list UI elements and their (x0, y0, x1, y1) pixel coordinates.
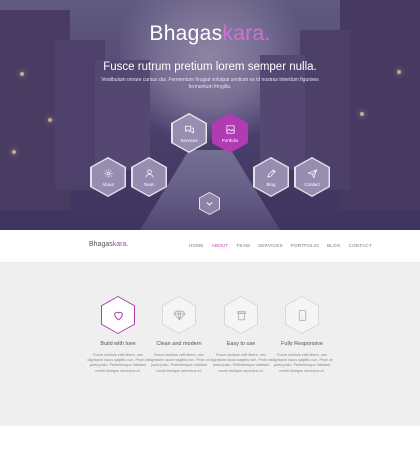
feature-card: Build with love Fusce facilisis velit li… (83, 296, 153, 374)
feature-hex (285, 296, 319, 334)
hero-brand-accent: kara. (222, 22, 271, 45)
main-navbar: Bhagaskara. HOME ABOUT TEAM SERVICES POR… (0, 230, 420, 263)
feature-title: Easy to use (226, 341, 256, 347)
nav-item-about[interactable]: ABOUT (212, 243, 229, 248)
navbar-brand-main: Bhagas (89, 241, 113, 248)
pencil-icon (266, 168, 276, 178)
hero-section: Bhagaskara. Fusce rutrum pretium lorem s… (0, 0, 420, 230)
hex-nav-label: Portfolio (221, 137, 239, 143)
feature-title: Fully Responsive (281, 341, 323, 347)
feature-description: Fusce facilisis velit libero, nec dignis… (148, 353, 210, 373)
user-icon (144, 168, 154, 178)
hero-tagline: Fusce rutrum pretium lorem semper nulla. (103, 61, 317, 73)
feature-hex (101, 296, 135, 334)
gear-icon (103, 168, 113, 178)
hero-brand: Bhagaskara. (0, 22, 420, 46)
paper-plane-icon (306, 168, 317, 179)
hex-nav-label: Services (180, 137, 198, 143)
feature-card: Clean and modern Fusce facilisis velit l… (144, 296, 214, 374)
feature-description: Fusce facilisis velit libero, nec dignis… (210, 353, 272, 373)
next-section (0, 426, 420, 452)
feature-description: Fusce facilisis velit libero, nec dignis… (87, 353, 149, 373)
diamond-icon (173, 310, 185, 320)
nav-item-home[interactable]: HOME (189, 243, 204, 248)
navbar-menu: HOME ABOUT TEAM SERVICES PORTFOLIO BLOG … (189, 243, 372, 248)
nav-item-services[interactable]: SERVICES (258, 243, 283, 248)
nav-item-portfolio[interactable]: PORTFOLIO (291, 243, 319, 248)
hero-brand-main: Bhagas (149, 22, 223, 45)
feature-hex (224, 296, 258, 334)
feature-description: Fusce facilisis velit libero, nec dignis… (271, 353, 333, 373)
feature-title: Build with love (100, 341, 136, 347)
hero-subtext: Vestibulum ornare cursus dui. Fermentum … (101, 77, 319, 90)
chat-bubbles-icon (184, 125, 194, 134)
hex-nav-label: Blog (266, 181, 276, 187)
image-frame-icon (225, 124, 235, 134)
heart-icon (113, 311, 123, 320)
nav-item-team[interactable]: TEAM (236, 243, 250, 248)
chevron-down-icon (206, 202, 213, 206)
coffee-cup-icon (236, 310, 246, 320)
feature-card: Easy to use Fusce facilisis velit libero… (206, 296, 276, 374)
features-section: Build with love Fusce facilisis velit li… (0, 263, 420, 426)
navbar-logo[interactable]: Bhagaskara. (89, 241, 128, 248)
tablet-icon (298, 309, 306, 321)
feature-title: Clean and modern (156, 341, 202, 347)
hex-nav-label: Contact (304, 181, 320, 187)
navbar-brand-accent: kara. (112, 241, 129, 248)
hex-nav-label: About (102, 181, 114, 187)
nav-item-contact[interactable]: CONTACT (349, 243, 372, 248)
hex-nav-label: Team (143, 181, 155, 187)
feature-hex (162, 296, 196, 334)
nav-item-blog[interactable]: BLOG (327, 243, 341, 248)
feature-card: Fully Responsive Fusce facilisis velit l… (267, 296, 337, 374)
